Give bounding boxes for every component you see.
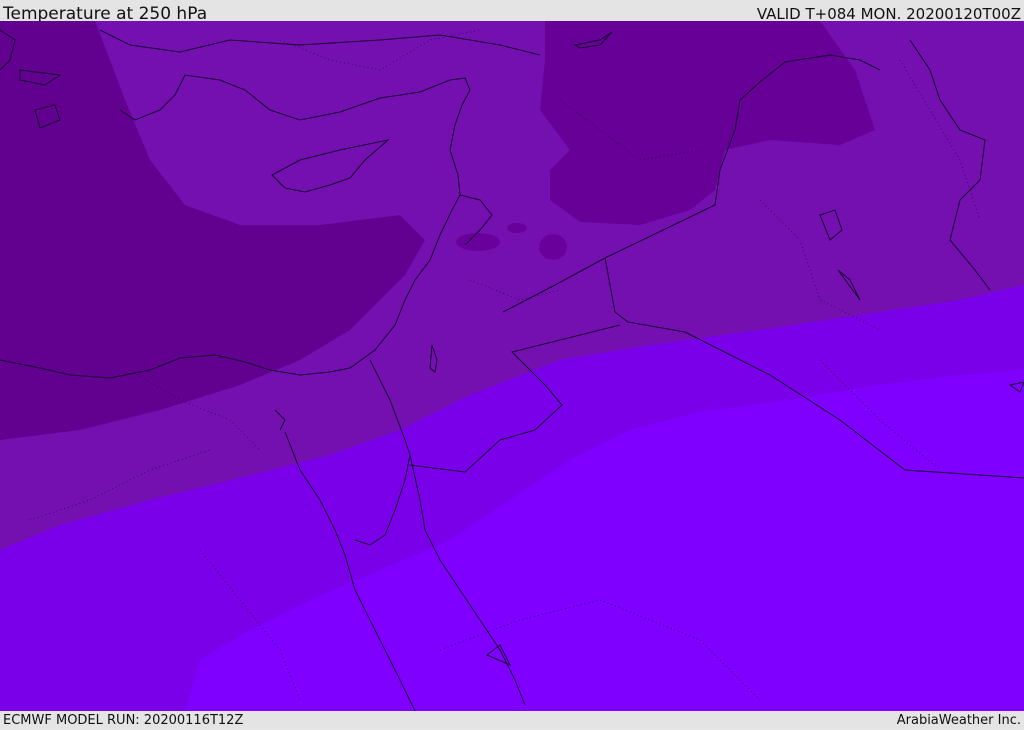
cold-cell-1 [539,234,567,260]
temperature-map[interactable] [0,21,1024,711]
credit-label: ArabiaWeather Inc. [896,713,1021,728]
cold-cell-3 [456,233,500,251]
cold-cell-2 [507,223,527,233]
model-run-label: ECMWF MODEL RUN: 20200116T12Z [3,713,244,728]
header-bar: Temperature at 250 hPa VALID T+084 MON. … [0,0,1024,24]
footer-bar: ECMWF MODEL RUN: 20200116T12Z ArabiaWeat… [0,711,1024,729]
map-svg [0,21,1024,711]
